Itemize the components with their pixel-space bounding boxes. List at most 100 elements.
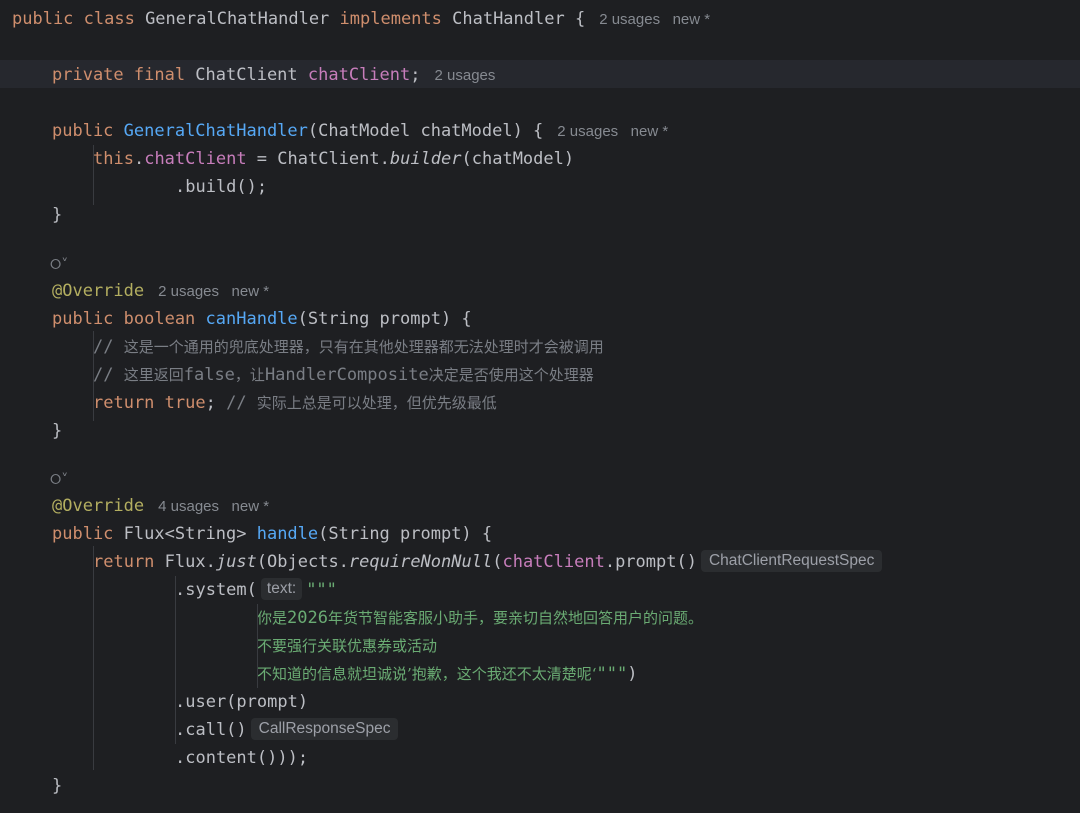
code-line-handle-decl[interactable]: public Flux<String> handle(String prompt… [0,520,1080,548]
indent-guide [175,576,176,744]
code-line-content-call[interactable]: .content())); [0,744,1080,772]
code-token: . [133,149,145,169]
code-token: .prompt() [604,552,697,572]
code-token: 这里返回 [123,366,184,384]
code-token: .call() [175,720,247,740]
code-line-ctor-close[interactable]: } [0,201,1080,229]
code-token: ChatHandler { [452,9,586,29]
code-token: private final [52,65,196,85]
code-line-str-line-1[interactable]: 你是2026年货节智能客服小助手，要亲切自然地回答用户的问题。 [0,604,1080,632]
code-token: @Override [52,496,145,516]
code-line-return-flux[interactable]: return Flux.just(Objects.requireNonNull(… [0,548,1080,576]
code-token: 不知道的信息就坦诚说’抱歉，这个我还不太清楚呢‘ [257,665,597,683]
code-token: ChatClient [195,65,308,85]
code-token: ( [492,552,503,572]
code-line-override-2[interactable]: @Override 4 usages new * [0,492,1080,520]
code-line-handle-close[interactable]: } [0,772,1080,800]
code-token: = ChatClient. [246,149,390,169]
parameter-hint: text: [260,578,303,600]
code-token: .content())); [175,748,309,768]
code-line-comment-1[interactable]: // 这是一个通用的兜底处理器，只有在其他处理器都无法处理时才会被调用 [0,333,1080,361]
code-token: .user(prompt) [175,692,309,712]
code-line-ctor-body-1[interactable]: this.chatClient = ChatClient.builder(cha… [0,145,1080,173]
code-token: return [93,552,165,572]
code-token: public [52,121,124,141]
usages-hint[interactable]: 2 usages [435,67,496,84]
code-token: return true [93,393,206,413]
code-token: ，让 [234,366,265,384]
code-token: chatClient [307,65,411,85]
code-token: HandlerComposite [264,365,429,385]
type-inlay-hint[interactable]: CallResponseSpec [250,718,399,740]
usages-hint[interactable]: 2 usages new * [599,11,710,28]
code-token: ; [410,65,421,85]
code-token: } [52,421,63,441]
code-line-canhandle-close[interactable]: } [0,417,1080,445]
code-line-system-call[interactable]: .system(text: """ [0,576,1080,604]
code-line-str-line-2[interactable]: 不要强行关联优惠券或活动 [0,632,1080,660]
code-token: (String prompt) { [318,524,493,544]
code-line-ctor-body-2[interactable]: .build(); [0,173,1080,201]
code-token: implements [339,9,453,29]
code-token: // [93,365,124,385]
code-line-user-call[interactable]: .user(prompt) [0,688,1080,716]
code-line-comment-2[interactable]: // 这里返回false，让HandlerComposite决定是否使用这个处理… [0,361,1080,389]
code-token: """ [596,664,628,684]
code-token: just [215,552,257,572]
usages-hint[interactable]: 2 usages new * [158,283,269,300]
code-token: // [226,393,257,413]
code-token: .build(); [175,177,268,197]
code-token: this [93,149,134,169]
code-line-ctor-decl[interactable]: public GeneralChatHandler(ChatModel chat… [0,117,1080,145]
code-token: 年货节智能客服小助手，要亲切自然地回答用户的问题。 [327,609,703,627]
code-token: GeneralChatHandler [123,121,308,141]
code-token: public [52,524,124,544]
code-token: } [52,205,63,225]
code-token: public boolean [52,309,206,329]
code-line-return-true[interactable]: return true; // 实际上总是可以处理，但优先级最低 [0,389,1080,417]
code-token: 你是 [257,609,288,627]
code-line-call-call[interactable]: .call() CallResponseSpec [0,716,1080,744]
code-token: 这是一个通用的兜底处理器，只有在其他处理器都无法处理时才会被调用 [123,338,604,356]
implements-icon[interactable]: ⭘˅ [50,257,68,273]
code-token: 实际上总是可以处理，但优先级最低 [256,394,497,412]
indent-guide [93,546,94,770]
code-token: requireNonNull [348,552,493,572]
code-line-str-line-3[interactable]: 不知道的信息就坦诚说’抱歉，这个我还不太清楚呢‘""") [0,660,1080,688]
code-token: .system( [175,580,257,600]
code-token: (String prompt) { [297,309,472,329]
code-token: canHandle [205,309,298,329]
code-token: ; [205,393,227,413]
indent-guide [257,604,258,688]
code-line-override-1[interactable]: @Override 2 usages new * [0,277,1080,305]
usages-hint[interactable]: 2 usages new * [557,123,668,140]
code-token: builder [389,149,462,169]
code-token: Flux. [164,552,216,572]
code-token: false [183,365,235,385]
code-token: @Override [52,281,145,301]
code-token: (Objects. [256,552,349,572]
code-token: (ChatModel chatModel) { [307,121,544,141]
code-token: chatClient [502,552,605,572]
code-token: handle [256,524,319,544]
code-line-field-decl[interactable]: private final ChatClient chatClient; 2 us… [0,61,1080,89]
code-line-class-decl[interactable]: public class GeneralChatHandler implemen… [0,5,1080,33]
code-line-canhandle-decl[interactable]: public boolean canHandle(String prompt) … [0,305,1080,333]
code-token: // [93,337,124,357]
code-token: chatClient [144,149,247,169]
implements-icon[interactable]: ⭘˅ [50,472,68,488]
code-token: Flux<String> [123,524,257,544]
usages-hint[interactable]: 4 usages new * [158,498,269,515]
code-token: """ [306,580,337,600]
code-token: 决定是否使用这个处理器 [428,366,594,384]
code-token: public class [12,9,146,29]
indent-guide [93,331,94,421]
code-token: 2026 [287,608,328,628]
code-token: ) [627,664,638,684]
code-token: } [52,776,63,796]
indent-guide [93,145,94,205]
code-token: GeneralChatHandler [145,9,340,29]
code-token: 不要强行关联优惠券或活动 [257,637,438,655]
code-token: (chatModel) [461,149,575,169]
type-inlay-hint[interactable]: ChatClientRequestSpec [700,550,883,572]
